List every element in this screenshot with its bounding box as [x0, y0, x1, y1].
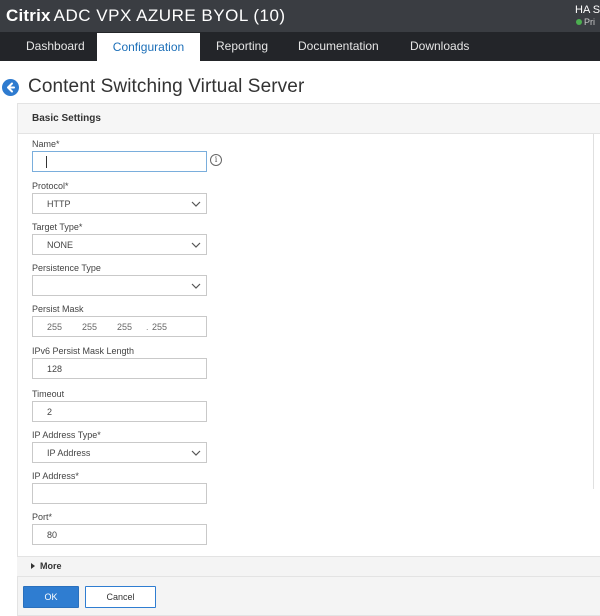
tab-downloads[interactable]: Downloads	[410, 32, 469, 61]
timeout-value: 2	[47, 407, 53, 417]
ha-label[interactable]: HA S	[575, 4, 600, 16]
tab-documentation[interactable]: Documentation	[298, 32, 379, 61]
app-brand: Citrix ADC VPX AZURE BYOL (10)	[6, 6, 286, 26]
chevron-down-icon	[191, 242, 201, 248]
protocol-select[interactable]: HTTP	[32, 193, 207, 214]
ipv6-mask-value: 128	[47, 364, 63, 374]
tab-reporting[interactable]: Reporting	[216, 32, 268, 61]
info-icon[interactable]: i	[210, 154, 222, 166]
panel-title: Basic Settings	[32, 113, 101, 124]
cancel-button[interactable]: Cancel	[85, 586, 156, 608]
port-value: 80	[47, 530, 58, 540]
caret-right-icon	[31, 563, 35, 569]
persistence-type-label: Persistence Type	[32, 263, 101, 273]
protocol-value: HTTP	[47, 199, 71, 209]
title-bar: Citrix ADC VPX AZURE BYOL (10) HA S Pri	[0, 0, 600, 32]
ip-address-type-value: IP Address	[47, 448, 91, 458]
chevron-down-icon	[191, 450, 201, 456]
chevron-down-icon	[191, 283, 201, 289]
port-input[interactable]: 80	[32, 524, 207, 545]
scrollbar[interactable]	[593, 134, 594, 489]
name-label: Name*	[32, 139, 60, 149]
tab-configuration[interactable]: Configuration	[97, 33, 200, 61]
more-toggle[interactable]: More	[17, 556, 600, 576]
tab-dashboard[interactable]: Dashboard	[26, 32, 85, 61]
octet-separator: .	[146, 322, 149, 332]
status-dot-icon	[576, 19, 582, 25]
timeout-input[interactable]: 2	[32, 401, 207, 422]
text-caret	[46, 156, 47, 168]
ha-status-text: Pri	[584, 17, 595, 27]
page-title: Content Switching Virtual Server	[28, 76, 305, 97]
ip-address-input[interactable]	[32, 483, 207, 504]
name-input[interactable]	[32, 151, 207, 172]
ha-status: Pri	[576, 17, 595, 27]
persistence-type-select[interactable]	[32, 275, 207, 296]
target-type-select[interactable]: NONE	[32, 234, 207, 255]
mask-octet-2[interactable]: 255	[82, 322, 97, 332]
persist-mask-label: Persist Mask	[32, 304, 84, 314]
mask-octet-4[interactable]: 255	[152, 322, 167, 332]
timeout-label: Timeout	[32, 389, 65, 399]
persist-mask-input[interactable]: 255 . 255 . 255 . 255	[32, 316, 207, 337]
chevron-down-icon	[191, 201, 201, 207]
more-label: More	[40, 561, 62, 571]
citrix-logo: Citrix	[6, 6, 51, 25]
ok-button[interactable]: OK	[23, 586, 79, 608]
form-footer: OK Cancel	[17, 576, 600, 616]
ipv6-mask-label: IPv6 Persist Mask Length	[32, 346, 135, 356]
mask-octet-3[interactable]: 255	[117, 322, 132, 332]
target-type-label: Target Type*	[32, 222, 83, 232]
product-name: ADC VPX AZURE BYOL (10)	[53, 6, 286, 25]
panel-header: Basic Settings	[18, 104, 600, 134]
target-type-value: NONE	[47, 240, 74, 250]
back-arrow-icon[interactable]	[2, 79, 19, 96]
ipv6-mask-input[interactable]: 128	[32, 358, 207, 379]
ip-address-type-label: IP Address Type*	[32, 430, 101, 440]
basic-settings-panel: Basic Settings	[17, 103, 600, 576]
main-nav: Dashboard Configuration Reporting Docume…	[0, 32, 600, 61]
protocol-label: Protocol*	[32, 181, 69, 191]
port-label: Port*	[32, 512, 53, 522]
mask-octet-1[interactable]: 255	[47, 322, 62, 332]
ip-address-type-select[interactable]: IP Address	[32, 442, 207, 463]
ip-address-label: IP Address*	[32, 471, 79, 481]
